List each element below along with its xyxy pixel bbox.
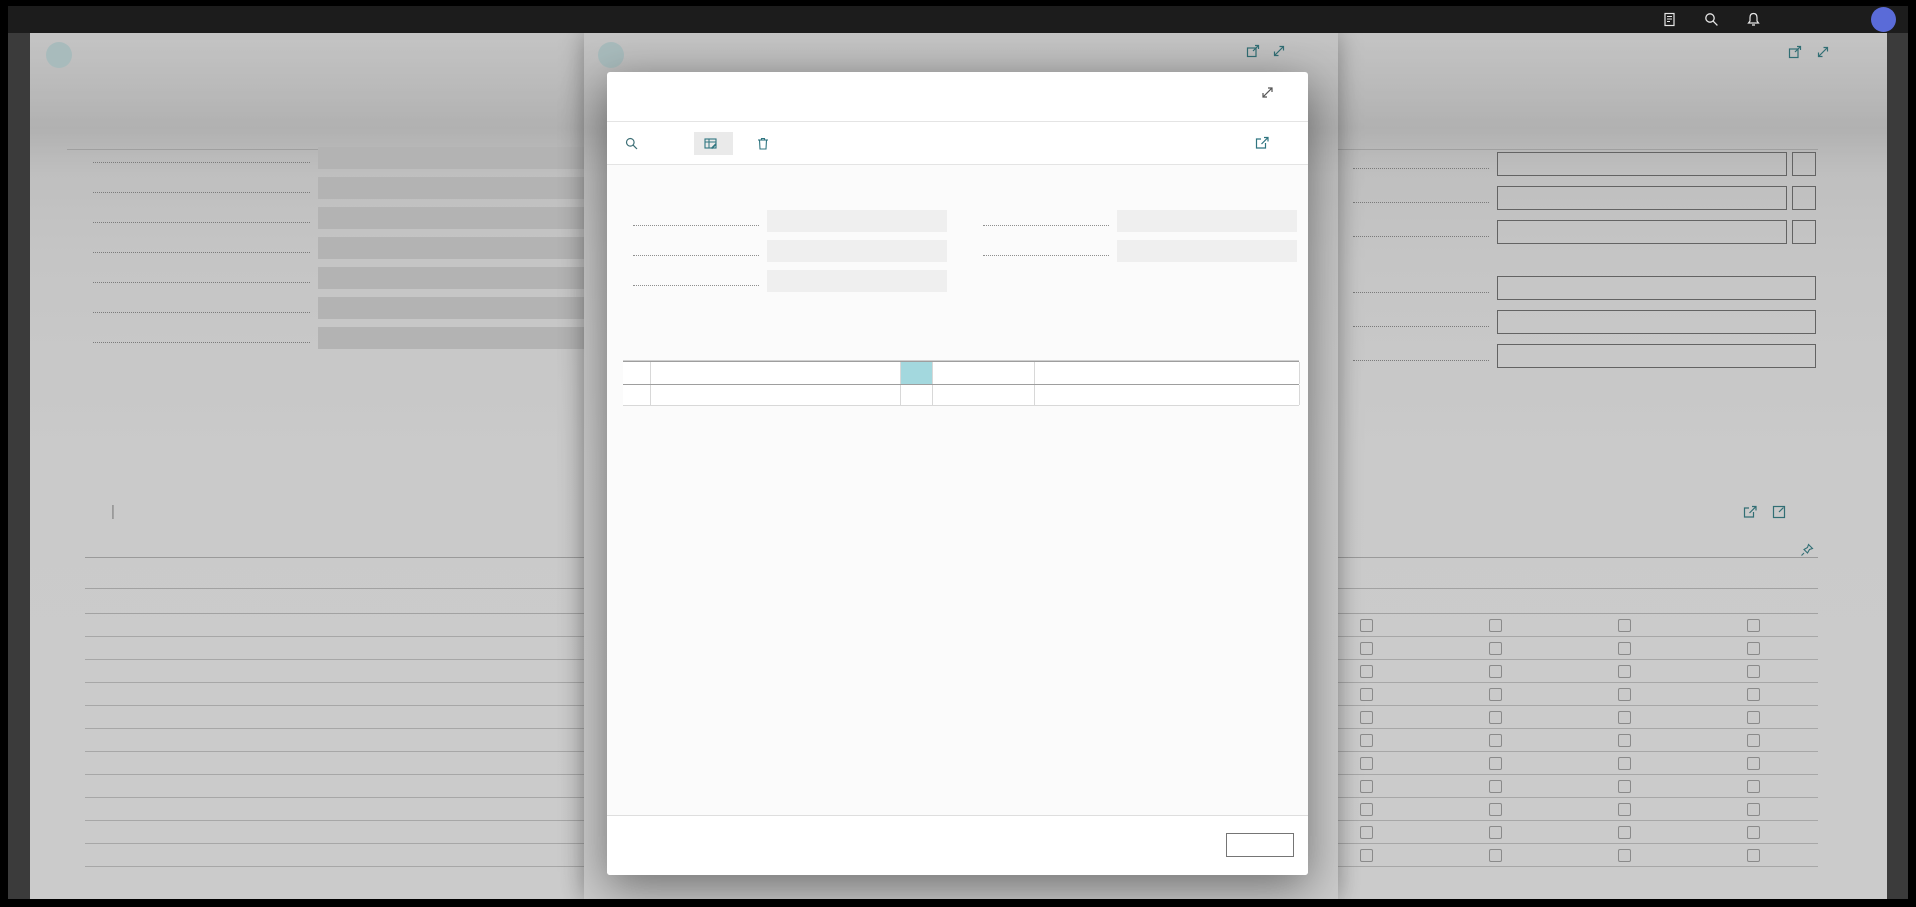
related-service-name-value[interactable] bbox=[1117, 240, 1297, 262]
cell-context-menu-button[interactable] bbox=[900, 362, 932, 384]
delete-action[interactable] bbox=[757, 137, 775, 150]
page-caption-value[interactable] bbox=[767, 210, 947, 232]
column-filter-type[interactable] bbox=[931, 338, 1033, 360]
column-filter-value[interactable] bbox=[1033, 338, 1299, 360]
field-related-page-caption bbox=[975, 210, 1297, 232]
related-field-name-cell[interactable] bbox=[650, 362, 900, 384]
filters-table-header bbox=[623, 338, 1299, 361]
filter-row-empty[interactable] bbox=[623, 385, 1299, 406]
dialog-footer bbox=[607, 815, 1308, 875]
field-related-service-name bbox=[975, 240, 1297, 262]
dialog-body bbox=[607, 165, 1308, 815]
app-header bbox=[8, 6, 1908, 33]
settings-gear-icon[interactable] bbox=[1787, 11, 1804, 28]
dynamics-app-icon[interactable] bbox=[1661, 11, 1678, 28]
trash-icon bbox=[757, 137, 769, 150]
app-header-icons bbox=[1661, 7, 1896, 32]
dialog-toolbar bbox=[607, 121, 1308, 165]
column-related-field-name[interactable] bbox=[650, 338, 900, 360]
close-button[interactable] bbox=[1226, 833, 1294, 857]
field-service-name bbox=[625, 240, 947, 262]
user-avatar[interactable] bbox=[1871, 7, 1896, 32]
service-name-value[interactable] bbox=[767, 240, 947, 262]
workspace: | bbox=[8, 33, 1908, 899]
flowfield-filters-dialog bbox=[607, 72, 1308, 875]
filters-table bbox=[623, 338, 1299, 406]
dialog-toolbar-right bbox=[1255, 136, 1290, 150]
dialog-window-icons bbox=[1261, 86, 1290, 99]
source-field-name-value[interactable] bbox=[767, 270, 947, 292]
share-icon[interactable] bbox=[1255, 136, 1270, 150]
field-source-field-name bbox=[625, 270, 947, 292]
filter-row-code[interactable] bbox=[623, 361, 1299, 385]
edit-list-icon bbox=[704, 137, 717, 150]
related-page-caption-value[interactable] bbox=[1117, 210, 1297, 232]
filter-value-cell[interactable] bbox=[1034, 362, 1300, 384]
help-icon[interactable] bbox=[1829, 11, 1846, 28]
search-action[interactable] bbox=[625, 137, 644, 150]
notifications-bell-icon[interactable] bbox=[1745, 11, 1762, 28]
search-icon[interactable] bbox=[1703, 11, 1720, 28]
screen: | bbox=[0, 0, 1916, 907]
edit-list-action[interactable] bbox=[694, 132, 733, 155]
field-page-caption bbox=[625, 210, 947, 232]
expand-dialog-icon[interactable] bbox=[1261, 86, 1274, 99]
search-icon bbox=[625, 137, 638, 150]
filter-type-cell[interactable] bbox=[932, 362, 1034, 384]
